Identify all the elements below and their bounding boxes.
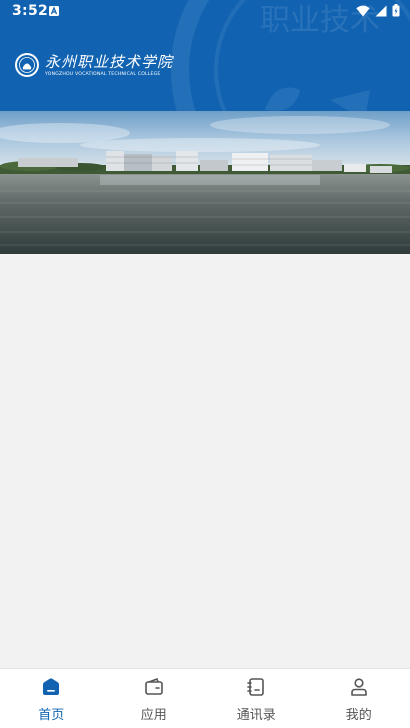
- college-emblem-icon: [15, 53, 39, 77]
- wallet-icon: [144, 678, 163, 695]
- home-icon: [43, 678, 60, 695]
- notification-icon: [49, 6, 59, 16]
- user-icon: [350, 678, 367, 696]
- app-header: 职业技术 3:52 永州职业技术学院 YONGZHOU VOCATIONAL T…: [0, 0, 410, 111]
- status-time: 3:52: [12, 3, 49, 19]
- wifi-icon: [356, 5, 370, 16]
- logo-english-name: YONGZHOU VOCATIONAL TECHNICAL COLLEGE: [45, 71, 161, 77]
- nav-label-home: 首页: [38, 708, 65, 723]
- bottom-navigation: 首页 应用 通讯录 我的: [0, 668, 410, 728]
- nav-item-home[interactable]: 首页: [0, 669, 103, 728]
- contacts-book-icon: [247, 678, 265, 696]
- nav-item-profile[interactable]: 我的: [308, 669, 410, 728]
- logo-chinese-name: 永州职业技术学院: [45, 52, 174, 71]
- campus-banner-image[interactable]: [0, 111, 410, 254]
- nav-label-contacts: 通讯录: [236, 708, 276, 723]
- nav-label-apps: 应用: [140, 708, 167, 723]
- nav-item-apps[interactable]: 应用: [103, 669, 206, 728]
- college-logo: 永州职业技术学院 YONGZHOU VOCATIONAL TECHNICAL C…: [14, 52, 173, 78]
- nav-item-contacts[interactable]: 通讯录: [205, 669, 308, 728]
- nav-label-profile: 我的: [345, 708, 372, 723]
- status-bar: 3:52: [0, 0, 410, 24]
- home-content-area: [0, 254, 410, 668]
- signal-icon: [375, 5, 387, 16]
- battery-icon: [392, 4, 400, 17]
